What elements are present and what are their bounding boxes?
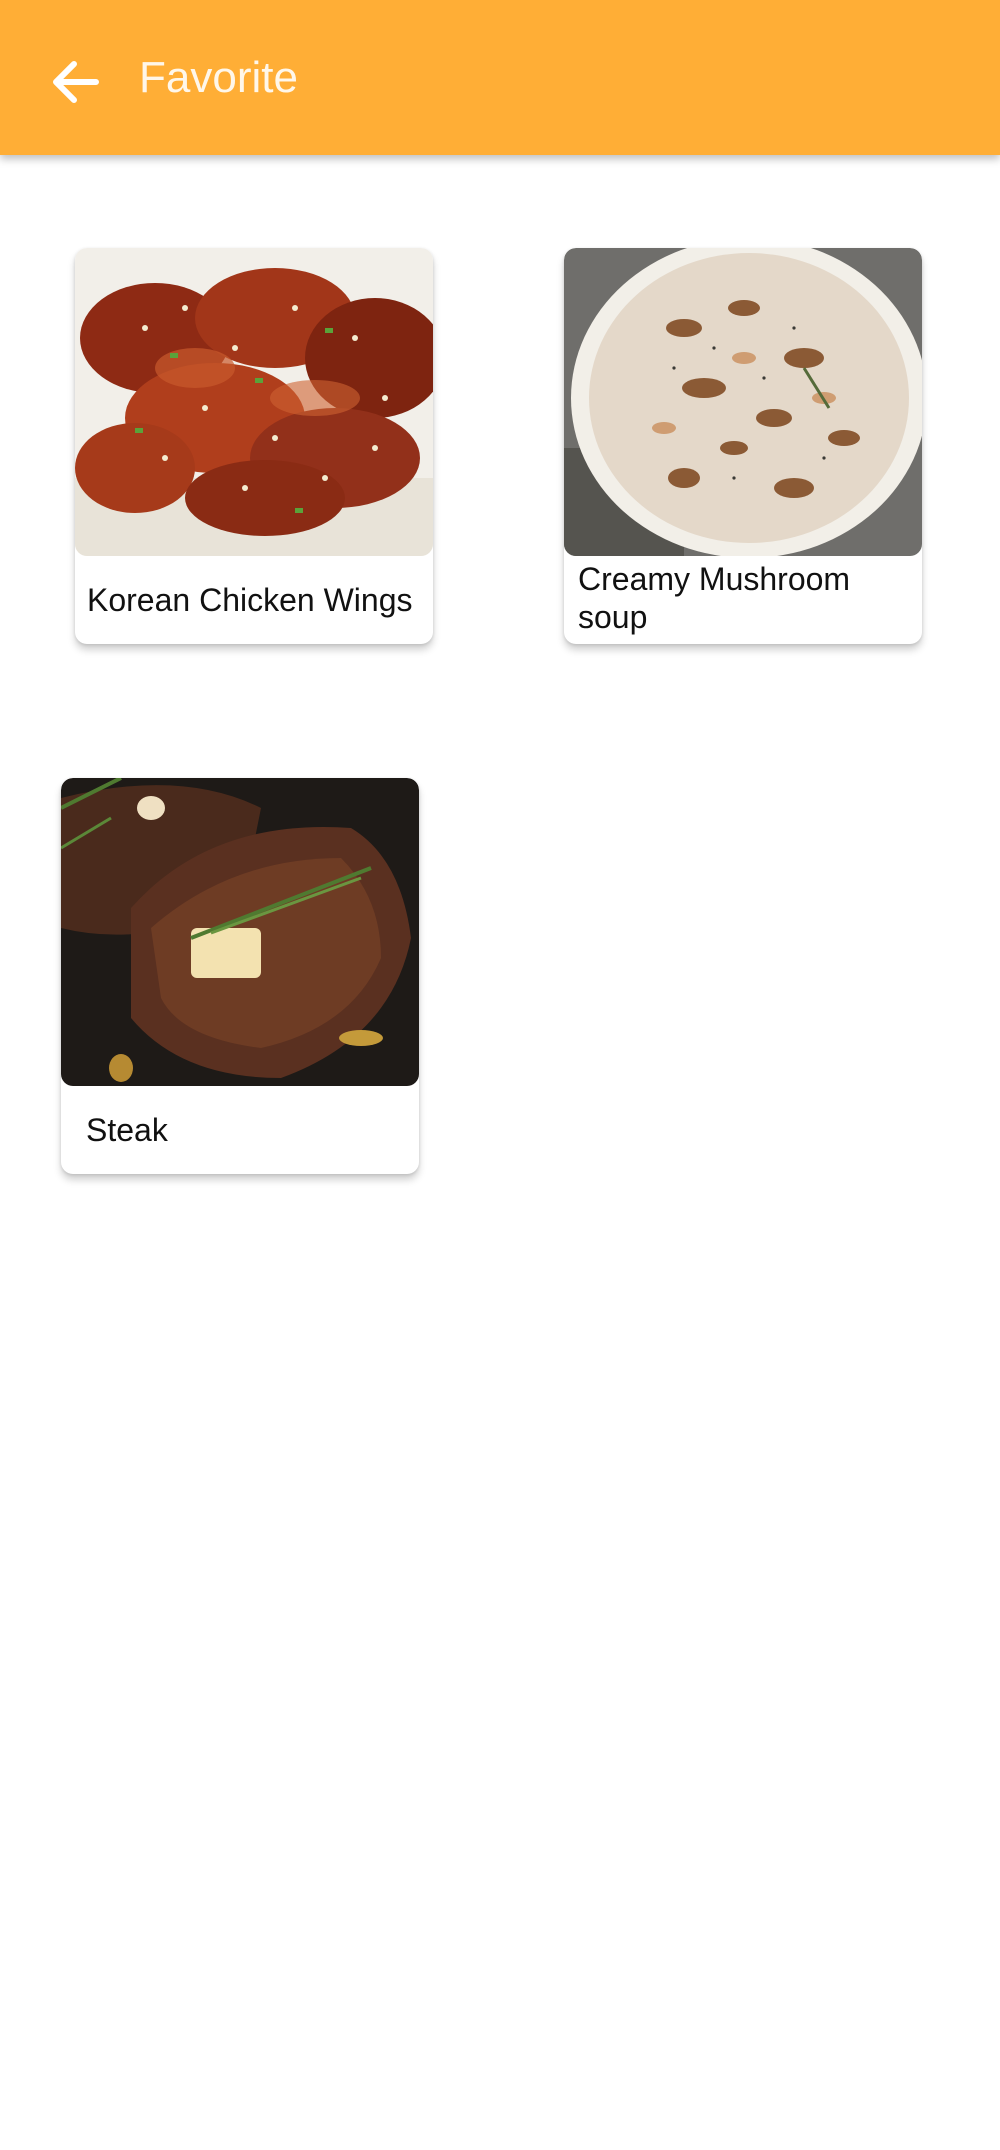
favorite-card-title: Creamy Mushroom soup — [578, 561, 851, 635]
arrow-left-icon — [53, 61, 99, 103]
favorite-card-title: Steak — [86, 1112, 168, 1148]
back-button[interactable] — [38, 46, 110, 118]
favorite-card-title: Korean Chicken Wings — [87, 582, 413, 618]
chicken-wings-photo — [75, 248, 433, 556]
page-title: Favorite — [139, 53, 298, 102]
favorite-card-korean-chicken-wings[interactable]: Korean Chicken Wings — [75, 248, 433, 644]
app-bar: Favorite — [0, 0, 1000, 155]
favorite-card-steak[interactable]: Steak — [61, 778, 419, 1174]
mushroom-soup-photo — [564, 248, 922, 556]
steak-photo — [61, 778, 419, 1086]
favorite-card-creamy-mushroom-soup[interactable]: Creamy Mushroom soup — [564, 248, 922, 644]
